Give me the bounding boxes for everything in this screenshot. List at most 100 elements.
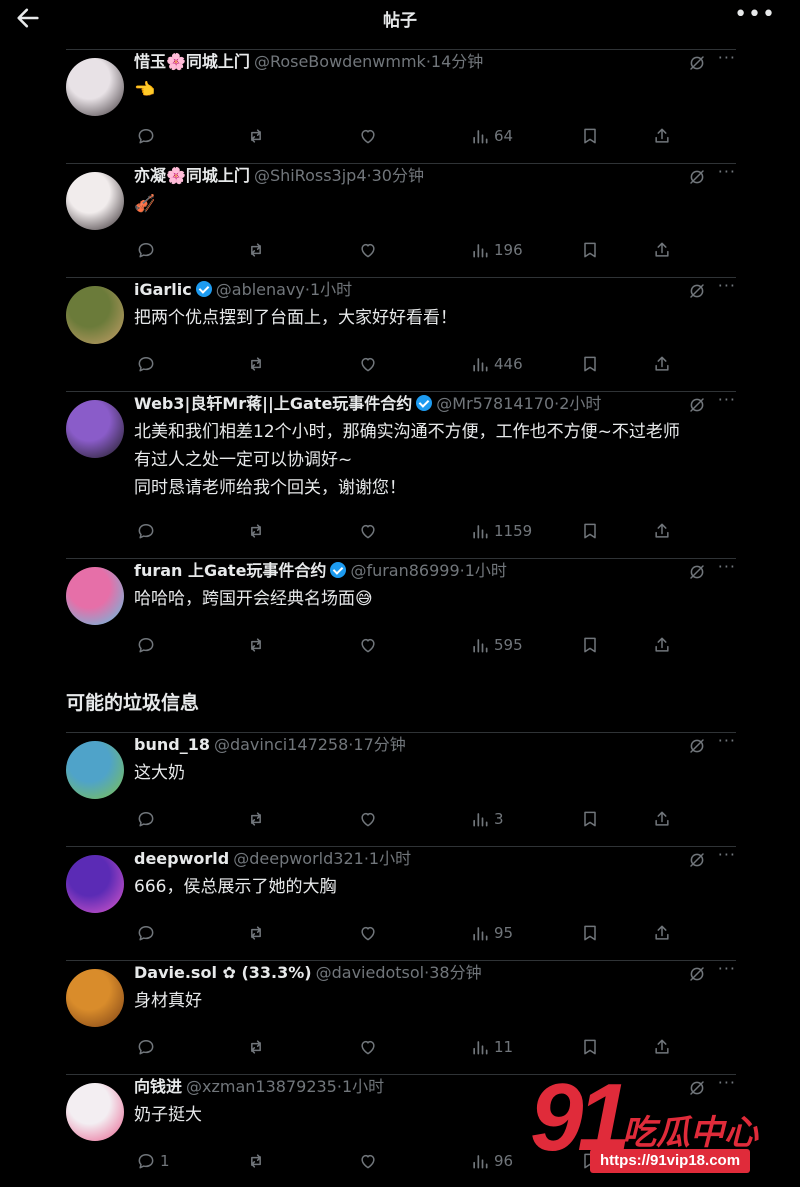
reply-button[interactable] xyxy=(136,922,160,944)
like-button[interactable] xyxy=(358,1036,378,1058)
reply-button[interactable] xyxy=(136,353,160,375)
bookmark-button[interactable] xyxy=(580,1036,600,1058)
views-button[interactable]: 96 xyxy=(470,1150,513,1172)
more-options-icon[interactable]: ··· xyxy=(718,731,736,750)
views-button[interactable]: 64 xyxy=(470,125,513,147)
repost-button[interactable] xyxy=(246,922,266,944)
post-time[interactable]: ·2小时 xyxy=(554,394,601,413)
more-options-icon[interactable]: ··· xyxy=(718,48,736,67)
post[interactable]: Davie.sol ✿ (33.3%) @daviedotsol·38分钟 ··· 身… xyxy=(66,959,736,1071)
share-button[interactable] xyxy=(652,239,672,261)
avatar[interactable] xyxy=(66,1083,124,1141)
author-name[interactable]: furan 上Gate玩事件合约 xyxy=(134,561,326,580)
more-options-icon[interactable]: ··· xyxy=(718,959,736,978)
more-options-icon[interactable]: ··· xyxy=(718,390,736,409)
repost-button[interactable] xyxy=(246,808,266,830)
views-button[interactable]: 3 xyxy=(470,808,504,830)
more-options-icon[interactable]: ··· xyxy=(718,845,736,864)
grok-icon[interactable] xyxy=(688,965,706,983)
avatar[interactable] xyxy=(66,58,124,116)
repost-button[interactable] xyxy=(246,125,266,147)
reply-button[interactable] xyxy=(136,634,160,656)
post[interactable]: 亦凝🌸同城上门 @ShiRoss3jp4·30分钟 ··· 🎻 196 xyxy=(66,162,736,274)
like-button[interactable] xyxy=(358,125,378,147)
reply-button[interactable] xyxy=(136,239,160,261)
avatar[interactable] xyxy=(66,286,124,344)
author-handle[interactable]: @RoseBowdenwmmk xyxy=(254,52,426,71)
bookmark-button[interactable] xyxy=(580,239,600,261)
more-options-icon[interactable]: ··· xyxy=(718,276,736,295)
share-button[interactable] xyxy=(652,520,672,542)
repost-button[interactable] xyxy=(246,353,266,375)
author-name[interactable]: 惜玉🌸同城上门 xyxy=(134,52,250,71)
author-handle[interactable]: @ShiRoss3jp4 xyxy=(254,166,367,185)
views-button[interactable]: 95 xyxy=(470,922,513,944)
post[interactable]: 惜玉🌸同城上门 @RoseBowdenwmmk·14分钟 ··· 👈 64 xyxy=(66,48,736,160)
post-time[interactable]: ·1小时 xyxy=(364,849,411,868)
post[interactable]: furan 上Gate玩事件合约 @furan86999·1小时 ··· 哈哈哈，跨国… xyxy=(66,557,736,669)
grok-icon[interactable] xyxy=(688,54,706,72)
share-button[interactable] xyxy=(652,353,672,375)
views-button[interactable]: 446 xyxy=(470,353,523,375)
author-handle[interactable]: @furan86999 xyxy=(350,561,459,580)
author-handle[interactable]: @Mr57814170 xyxy=(436,394,554,413)
grok-icon[interactable] xyxy=(688,563,706,581)
like-button[interactable] xyxy=(358,634,378,656)
avatar[interactable] xyxy=(66,567,124,625)
more-options-icon[interactable]: ··· xyxy=(718,557,736,576)
bookmark-button[interactable] xyxy=(580,634,600,656)
reply-button[interactable] xyxy=(136,808,160,830)
repost-button[interactable] xyxy=(246,1150,266,1172)
share-button[interactable] xyxy=(652,125,672,147)
like-button[interactable] xyxy=(358,239,378,261)
bookmark-button[interactable] xyxy=(580,922,600,944)
post[interactable]: deepworld @deepworld321·1小时 ··· 666，侯总展示了她的… xyxy=(66,845,736,957)
bookmark-button[interactable] xyxy=(580,125,600,147)
like-button[interactable] xyxy=(358,520,378,542)
like-button[interactable] xyxy=(358,922,378,944)
share-button[interactable] xyxy=(652,808,672,830)
author-handle[interactable]: @davinci147258 xyxy=(214,735,348,754)
post-time[interactable]: ·30分钟 xyxy=(367,166,424,185)
views-button[interactable]: 11 xyxy=(470,1036,513,1058)
grok-icon[interactable] xyxy=(688,737,706,755)
views-button[interactable]: 1159 xyxy=(470,520,532,542)
post-time[interactable]: ·17分钟 xyxy=(348,735,405,754)
reply-button[interactable] xyxy=(136,125,160,147)
post[interactable]: bund_18 @davinci147258·17分钟 ··· 这大奶 3 xyxy=(66,731,736,843)
reply-button[interactable]: 1 xyxy=(136,1150,170,1172)
avatar[interactable] xyxy=(66,969,124,1027)
post-time[interactable]: ·1小时 xyxy=(460,561,507,580)
author-name[interactable]: bund_18 xyxy=(134,735,210,754)
post[interactable]: iGarlic @ablenavy·1小时 ··· 把两个优点摆到了台面上，大家好好看… xyxy=(66,276,736,388)
like-button[interactable] xyxy=(358,808,378,830)
post-time[interactable]: ·14分钟 xyxy=(426,52,483,71)
bookmark-button[interactable] xyxy=(580,520,600,542)
reply-button[interactable] xyxy=(136,520,160,542)
share-button[interactable] xyxy=(652,1036,672,1058)
avatar[interactable] xyxy=(66,741,124,799)
share-button[interactable] xyxy=(652,634,672,656)
author-name[interactable]: Davie.sol ✿ (33.3%) xyxy=(134,963,312,982)
like-button[interactable] xyxy=(358,1150,378,1172)
post[interactable]: Web3|良轩Mr蒋||上Gate玩事件合约 @Mr57814170·2小时 ···… xyxy=(66,390,736,540)
post-time[interactable]: ·1小时 xyxy=(337,1077,384,1096)
post-time[interactable]: ·38分钟 xyxy=(424,963,481,982)
author-name[interactable]: deepworld xyxy=(134,849,229,868)
bookmark-button[interactable] xyxy=(580,353,600,375)
author-handle[interactable]: @xzman13879235 xyxy=(186,1077,337,1096)
author-handle[interactable]: @deepworld321 xyxy=(233,849,364,868)
bookmark-button[interactable] xyxy=(580,808,600,830)
repost-button[interactable] xyxy=(246,1036,266,1058)
views-button[interactable]: 196 xyxy=(470,239,523,261)
views-button[interactable]: 595 xyxy=(470,634,523,656)
avatar[interactable] xyxy=(66,400,124,458)
author-name[interactable]: 向钱进 xyxy=(134,1077,182,1096)
author-name[interactable]: iGarlic xyxy=(134,280,192,299)
grok-icon[interactable] xyxy=(688,168,706,186)
author-handle[interactable]: @daviedotsol xyxy=(316,963,425,982)
author-name[interactable]: Web3|良轩Mr蒋||上Gate玩事件合约 xyxy=(134,394,412,413)
grok-icon[interactable] xyxy=(688,851,706,869)
post-time[interactable]: ·1小时 xyxy=(305,280,352,299)
more-options-icon[interactable]: ··· xyxy=(718,162,736,181)
